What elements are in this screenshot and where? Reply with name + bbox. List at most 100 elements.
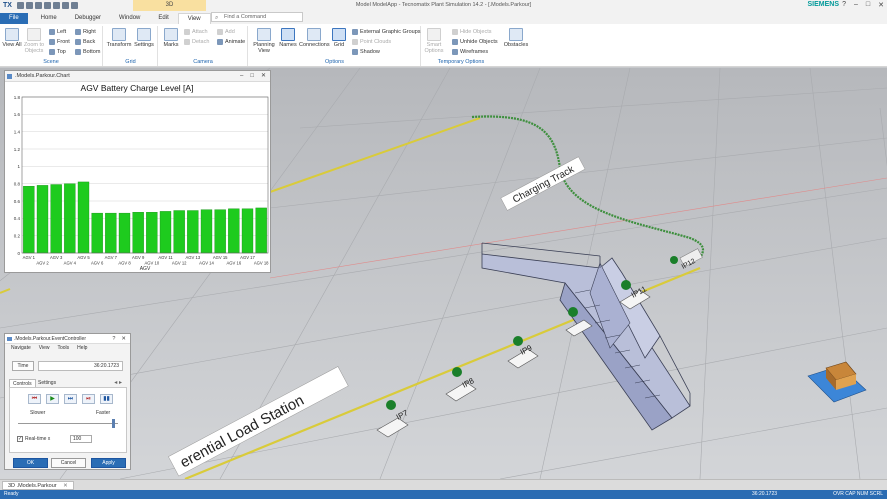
chart-window-titlebar[interactable]: .Models.Parkour.Chart – □ ✕	[5, 71, 270, 82]
menu-help[interactable]: Help	[77, 344, 87, 353]
tab-home[interactable]: Home	[32, 13, 66, 24]
chart-bar	[214, 209, 226, 254]
tab-edit[interactable]: Edit	[149, 13, 177, 24]
zoom-to-objects-button[interactable]: Zoom to Objects	[22, 28, 46, 54]
time-button[interactable]: Time	[12, 361, 34, 371]
detach-button[interactable]: Detach	[184, 39, 209, 45]
point-clouds-icon	[352, 39, 358, 45]
search-icon: ⌕	[215, 15, 219, 21]
names-button[interactable]: Names	[278, 28, 298, 48]
tab-file[interactable]: File	[0, 13, 28, 24]
graphic-groups-icon	[352, 29, 358, 35]
chart-bar	[118, 212, 131, 254]
chart-bar	[200, 209, 213, 254]
chart-window[interactable]: .Models.Parkour.Chart – □ ✕ AGV Battery …	[4, 70, 271, 273]
reset-button[interactable]: ⏮	[28, 394, 41, 404]
help-icon[interactable]: ?	[842, 1, 846, 9]
start-button[interactable]: ▶	[46, 394, 59, 404]
document-tabs: 3D .Models.Parkour ✕	[0, 479, 887, 490]
window-controls: ? – □ ✕	[842, 1, 884, 9]
group-grid: Transform Settings Grid	[104, 26, 158, 66]
names-icon	[281, 28, 295, 41]
close-icon[interactable]: ✕	[878, 1, 884, 9]
speed-slider[interactable]	[18, 419, 118, 428]
planning-view-button[interactable]: Planning View	[251, 28, 277, 54]
shadow-button[interactable]: Shadow	[352, 49, 380, 55]
view-bottom-button[interactable]: Bottom	[75, 49, 100, 55]
tab-window[interactable]: Window	[110, 13, 149, 24]
wireframes-button[interactable]: Wireframes	[452, 49, 488, 55]
chart-bar	[23, 186, 35, 254]
minimize-icon[interactable]: –	[854, 1, 858, 9]
settings-icon	[137, 28, 151, 41]
view-top-button[interactable]: Top	[49, 49, 66, 55]
menu-tools[interactable]: Tools	[57, 344, 69, 353]
chart-bars	[23, 181, 267, 254]
close-icon[interactable]: ✕	[261, 71, 266, 82]
animate-button[interactable]: Animate	[217, 39, 245, 45]
pause-button[interactable]: ▮▮	[100, 394, 113, 404]
chart-x-axis-label: AGV	[140, 266, 151, 272]
view-all-icon	[5, 28, 19, 41]
realtime-checkbox[interactable]: ✓ Real-time x	[17, 436, 50, 442]
chart-x-tick-label: AGV 2	[36, 261, 49, 266]
grid-settings-button[interactable]: Settings	[132, 28, 156, 48]
ok-button[interactable]: OK	[13, 458, 48, 468]
connections-button[interactable]: Connections	[299, 28, 330, 48]
doc-tab-parkour[interactable]: 3D .Models.Parkour ✕	[2, 481, 74, 490]
chart-x-tick-label: AGV 9	[132, 255, 145, 260]
tab-controls[interactable]: Controls	[9, 379, 36, 387]
tab-scroll-arrows[interactable]: ◂ ▸	[114, 379, 122, 386]
group-temporary-options: Smart Options Hide Objects Unhide Object…	[422, 26, 500, 66]
add-camera-button[interactable]: Add	[217, 29, 235, 35]
help-icon[interactable]: ?	[112, 334, 115, 344]
stop-button[interactable]: ⏯	[82, 394, 95, 404]
step-button[interactable]: ⏭	[64, 394, 77, 404]
tab-view[interactable]: View	[177, 13, 211, 24]
chart-bar	[91, 212, 103, 254]
tab-debugger[interactable]: Debugger	[66, 13, 110, 24]
close-icon[interactable]: ✕	[121, 334, 126, 344]
cancel-button[interactable]: Cancel	[51, 458, 86, 468]
point-clouds-button[interactable]: Point Clouds	[352, 39, 391, 45]
hide-icon	[452, 29, 458, 35]
chart-x-tick-label: AGV 12	[172, 261, 187, 266]
smart-options-button[interactable]: Smart Options	[423, 28, 445, 54]
unhide-objects-button[interactable]: Unhide Objects	[452, 39, 498, 45]
apply-button[interactable]: Apply	[91, 458, 126, 468]
chart-x-tick-label: AGV 3	[50, 255, 63, 260]
speed-slider-thumb[interactable]	[112, 419, 115, 428]
chart-x-tick-label: AGV 11	[158, 255, 173, 260]
minimize-icon[interactable]: –	[240, 71, 243, 82]
menu-navigate[interactable]: Navigate	[11, 344, 31, 353]
group-scene: View All Zoom to Objects Left Front Top …	[0, 26, 103, 66]
chart-bar	[105, 212, 117, 254]
realtime-factor-input[interactable]: 100	[70, 435, 92, 443]
hide-objects-button[interactable]: Hide Objects	[452, 29, 492, 35]
chart-window-icon	[7, 74, 12, 79]
checkbox-icon[interactable]: ✓	[17, 436, 23, 442]
obstacles-button[interactable]: Obstacles	[502, 28, 530, 48]
view-left-button[interactable]: Left	[49, 29, 66, 35]
marks-button[interactable]: Marks	[161, 28, 181, 48]
external-graphic-groups-button[interactable]: External Graphic Groups	[352, 29, 421, 35]
chart-x-tick-label: AGV 18	[254, 261, 269, 266]
event-controller-window[interactable]: .Models.Parkour.EventController ? ✕ Navi…	[4, 333, 131, 470]
close-icon[interactable]: ✕	[63, 483, 68, 489]
event-controller-titlebar[interactable]: .Models.Parkour.EventController ? ✕	[5, 334, 130, 344]
transform-button[interactable]: Transform	[106, 28, 132, 48]
attach-button[interactable]: Attach	[184, 29, 208, 35]
view-all-button[interactable]: View All	[2, 28, 22, 48]
view-front-button[interactable]: Front	[49, 39, 70, 45]
maximize-icon[interactable]: □	[250, 71, 254, 82]
view-right-button[interactable]: Right	[75, 29, 96, 35]
menu-view[interactable]: View	[39, 344, 50, 353]
chart-bar	[64, 183, 76, 254]
grid-button[interactable]: Grid	[330, 28, 348, 48]
chart-y-tick-label: 1	[17, 164, 20, 169]
find-command-input[interactable]: ⌕ Find a Command	[211, 12, 303, 22]
maximize-icon[interactable]: □	[866, 1, 870, 9]
view-back-button[interactable]: Back	[75, 39, 95, 45]
tab-settings[interactable]: Settings	[35, 379, 59, 387]
battery-chart: AGV Battery Charge Level [A] 00.20.40.60…	[14, 83, 269, 272]
